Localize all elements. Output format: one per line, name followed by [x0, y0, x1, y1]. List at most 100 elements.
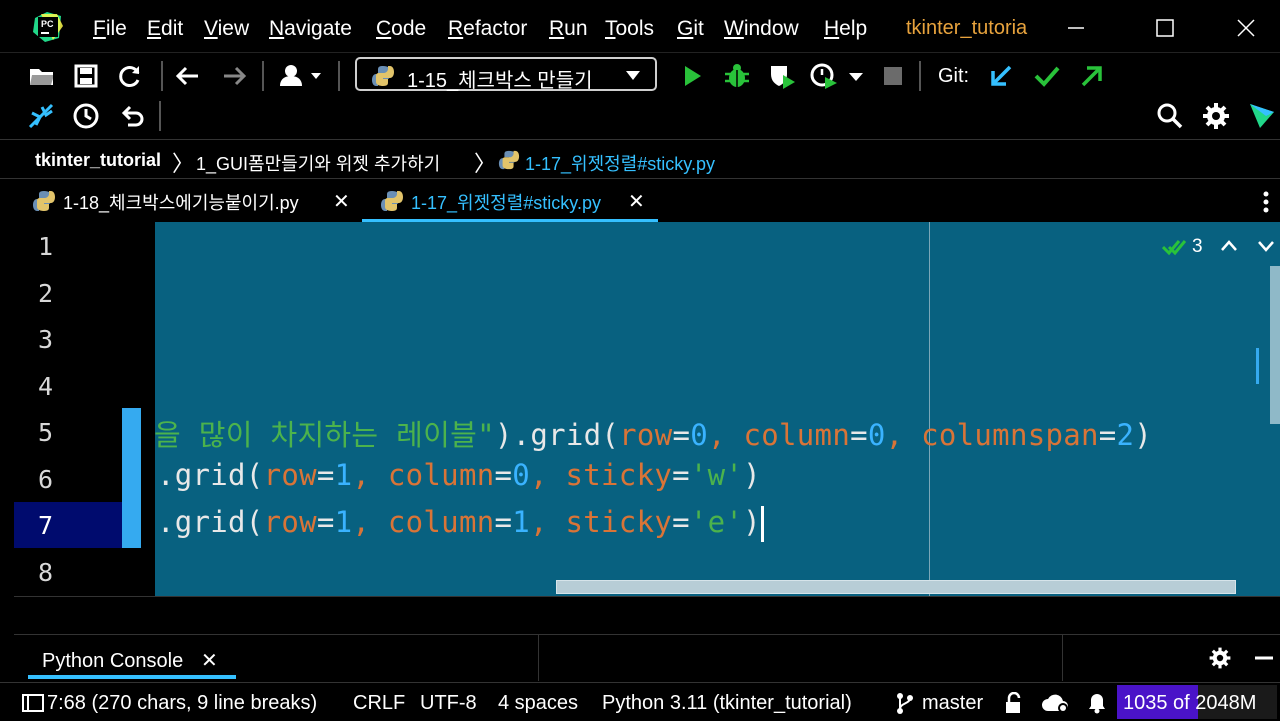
save-icon[interactable]: [71, 61, 101, 91]
breadcrumb-file[interactable]: 1-17_위젯정렬#sticky.py: [525, 150, 715, 176]
forward-arrow-icon[interactable]: [219, 61, 249, 91]
toolbar-separator: [159, 101, 161, 131]
line-separator[interactable]: CRLF: [353, 692, 405, 715]
code-line-6: .grid(row=1, column=0, sticky='w'): [157, 458, 761, 492]
close-window-icon[interactable]: [1228, 10, 1264, 46]
sync-icon[interactable]: [115, 61, 145, 91]
string-literal: 을 많이 차지하는 레이블": [154, 418, 495, 452]
menu-refactor[interactable]: Refactor: [448, 17, 527, 41]
toolbar-separator: [262, 61, 264, 91]
line-number: 8: [38, 558, 54, 587]
horizontal-scrollbar[interactable]: [556, 580, 1236, 594]
toolbar: 1-15_체크박스 만들기 Git:: [0, 53, 1280, 138]
breadcrumb-separator: 〉: [172, 151, 195, 176]
breadcrumb-folder[interactable]: 1_GUI폼만들기와 위젯 추가하기: [196, 150, 440, 176]
inspection-count: 3: [1192, 236, 1203, 257]
tab-1-18[interactable]: 1-18_체크박스에기능붙이기.py ✕: [20, 179, 360, 223]
menu-code[interactable]: Code: [376, 17, 426, 41]
panel-toggle-icon[interactable]: [22, 694, 44, 712]
git-branch[interactable]: master: [922, 692, 983, 715]
maximize-icon[interactable]: [1146, 10, 1182, 46]
more-run-chevron-icon[interactable]: [846, 61, 866, 91]
line-number-gutter: 1 2 3 4 5 6 7 8: [14, 222, 141, 596]
inspection-widget[interactable]: 3: [1150, 226, 1280, 266]
git-update-icon[interactable]: [986, 61, 1016, 91]
minimize-icon[interactable]: [1058, 10, 1094, 46]
git-merge-icon[interactable]: [26, 101, 56, 131]
caret-position[interactable]: 7:68 (270 chars, 9 line breaks): [47, 692, 317, 715]
text-cursor: [760, 506, 764, 542]
menu-window[interactable]: Window: [724, 17, 799, 41]
menu-file[interactable]: File: [93, 17, 127, 41]
jetbrains-plugin-icon[interactable]: [1247, 101, 1277, 131]
menu-help[interactable]: Help: [824, 17, 867, 41]
chevron-down-icon[interactable]: [1257, 238, 1275, 254]
breadcrumb: tkinter_tutorial 〉 1_GUI폼만들기와 위젯 추가하기 〉 …: [0, 139, 1280, 178]
chevron-down-icon: [626, 71, 640, 80]
coverage-icon[interactable]: [767, 61, 797, 91]
menu-navigate[interactable]: Navigate: [269, 17, 352, 41]
indent-setting[interactable]: 4 spaces: [498, 692, 578, 715]
code-line-7: .grid(row=1, column=1, sticky='e'): [157, 505, 764, 542]
close-console-icon[interactable]: ✕: [201, 648, 218, 673]
file-encoding[interactable]: UTF-8: [420, 692, 477, 715]
menu-bar: PC File Edit View Navigate Code Refactor…: [0, 0, 1280, 53]
run-config-label: 1-15_체크박스 만들기: [407, 70, 593, 92]
toolbar-separator: [919, 61, 921, 91]
history-icon[interactable]: [71, 101, 101, 131]
line-number: 2: [38, 279, 54, 308]
vertical-scrollbar[interactable]: [1270, 266, 1280, 424]
editor-tab-bar: 1-18_체크박스에기능붙이기.py ✕ 1-17_위젯정렬#sticky.py…: [0, 178, 1280, 223]
git-push-icon[interactable]: [1077, 61, 1107, 91]
code-line-5: 을 많이 차지하는 레이블").grid(row=0, column=0, co…: [154, 418, 1153, 452]
settings-gear-icon[interactable]: [1208, 646, 1232, 670]
debug-icon[interactable]: [722, 61, 752, 91]
minimize-panel-icon[interactable]: [1252, 646, 1276, 670]
search-icon[interactable]: [1155, 101, 1185, 131]
tab-label: 1-17_위젯정렬#sticky.py: [411, 193, 601, 213]
git-commit-icon[interactable]: [1032, 61, 1062, 91]
fold-column: [141, 222, 155, 596]
pycharm-logo-icon: PC: [33, 12, 63, 42]
chevron-up-icon[interactable]: [1220, 238, 1238, 254]
user-dropdown-icon[interactable]: [277, 61, 325, 91]
stop-icon[interactable]: [878, 61, 908, 91]
editor-footer: [14, 596, 1280, 635]
run-config-dropdown[interactable]: 1-15_체크박스 만들기: [355, 57, 657, 92]
memory-text: 1035 of 2048M: [1123, 692, 1257, 714]
rollback-icon[interactable]: [117, 101, 147, 131]
menu-view[interactable]: View: [204, 17, 249, 41]
divider: [538, 635, 539, 681]
git-branch-icon: [897, 693, 913, 714]
tool-window-bar: Python Console ✕: [14, 634, 1280, 681]
open-folder-icon[interactable]: [27, 61, 57, 91]
menu-tools[interactable]: Tools: [605, 17, 654, 41]
python-console-tab[interactable]: Python Console: [42, 650, 183, 673]
profile-icon[interactable]: [809, 61, 839, 91]
breadcrumb-project[interactable]: tkinter_tutorial: [35, 150, 161, 171]
menu-git[interactable]: Git: [677, 17, 704, 41]
vcs-change-marker[interactable]: [122, 408, 141, 548]
unlock-icon[interactable]: [1003, 692, 1025, 714]
menu-run[interactable]: Run: [549, 17, 588, 41]
double-check-icon: [1162, 240, 1186, 256]
more-tabs-icon[interactable]: [1256, 189, 1276, 215]
close-tab-icon[interactable]: ✕: [628, 189, 645, 214]
cloud-settings-icon[interactable]: [1041, 691, 1071, 715]
settings-gear-icon[interactable]: [1201, 101, 1231, 131]
run-icon[interactable]: [677, 61, 707, 91]
memory-indicator[interactable]: 1035 of 2048M: [1117, 685, 1277, 719]
code-editor[interactable]: 3 을 많이 차지하는 레이블").grid(row=0, column=0, …: [141, 222, 1280, 596]
tab-1-17-active[interactable]: 1-17_위젯정렬#sticky.py ✕: [362, 179, 658, 223]
toolbar-separator: [338, 61, 340, 91]
close-tab-icon[interactable]: ✕: [333, 189, 350, 214]
line-number: 4: [38, 372, 54, 401]
back-arrow-icon[interactable]: [173, 61, 203, 91]
project-title: tkinter_tutoria: [906, 17, 1028, 39]
breadcrumb-separator: 〉: [474, 151, 497, 176]
menu-edit[interactable]: Edit: [147, 17, 183, 41]
python-interpreter[interactable]: Python 3.11 (tkinter_tutorial): [602, 692, 852, 715]
notifications-bell-icon[interactable]: [1087, 692, 1107, 714]
python-file-icon: [381, 191, 403, 211]
python-file-icon: [33, 191, 55, 211]
